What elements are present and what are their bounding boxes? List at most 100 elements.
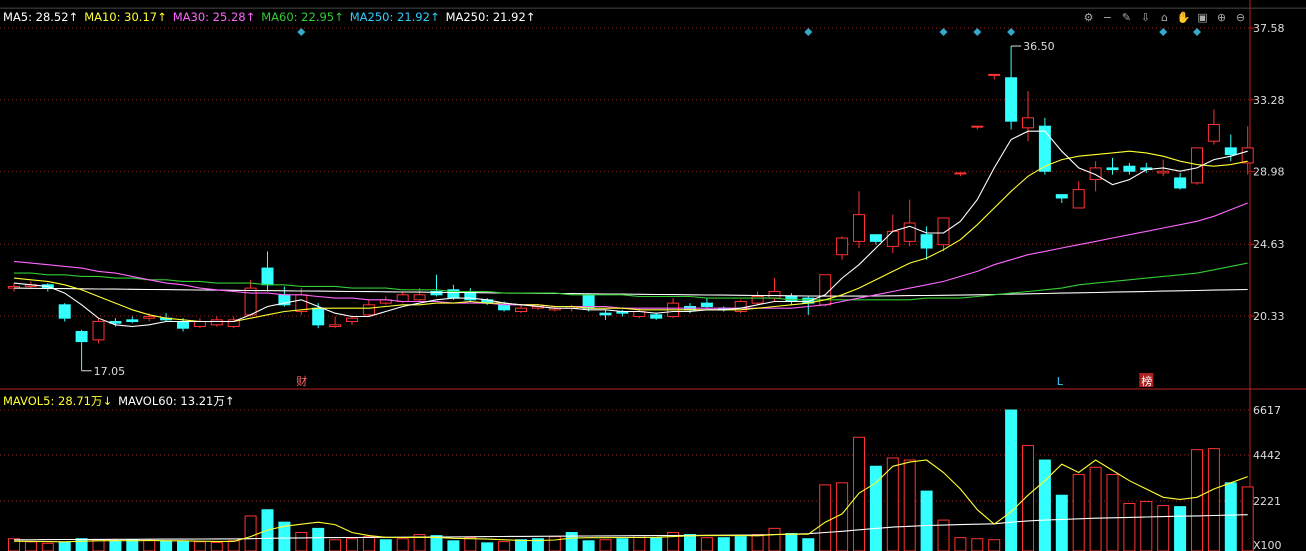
ma30-line bbox=[13, 202, 1248, 309]
candle-body bbox=[886, 230, 899, 247]
volume-bar bbox=[1089, 466, 1102, 551]
candle-body bbox=[1022, 117, 1034, 129]
candle-body bbox=[920, 234, 933, 249]
candle-body bbox=[768, 290, 781, 299]
candle-body bbox=[751, 295, 764, 304]
volume-bar bbox=[464, 537, 477, 551]
volume-bar bbox=[210, 541, 223, 551]
candle-body bbox=[1241, 147, 1254, 164]
volume-bar bbox=[684, 534, 696, 551]
candle-body bbox=[937, 217, 950, 246]
candle-body bbox=[498, 304, 511, 311]
volume-bar bbox=[312, 527, 325, 551]
volume-bar bbox=[379, 539, 392, 551]
price-tick-label: 37.58 bbox=[1253, 22, 1285, 35]
event-diamond-marker bbox=[1193, 28, 1201, 36]
candle-body bbox=[143, 316, 156, 319]
volume-bar bbox=[447, 540, 460, 551]
candle-body bbox=[1207, 124, 1220, 142]
candle-body bbox=[599, 312, 612, 316]
candle-body bbox=[362, 304, 375, 316]
candle-body bbox=[515, 307, 527, 312]
ma5-line bbox=[13, 130, 1248, 328]
volume-bar bbox=[1157, 505, 1170, 551]
volume-bar bbox=[177, 540, 189, 551]
candle-body bbox=[869, 234, 882, 242]
volume-bar bbox=[481, 542, 494, 551]
volume-bar bbox=[700, 537, 713, 551]
volume-bar bbox=[954, 537, 967, 551]
candle-body bbox=[126, 319, 139, 323]
volume-bar bbox=[58, 541, 71, 551]
volume-bar bbox=[1106, 474, 1119, 551]
price-tick-label: 24.63 bbox=[1253, 238, 1285, 251]
volume-bar bbox=[1005, 409, 1018, 551]
volume-bar bbox=[971, 538, 984, 551]
ma250-line bbox=[13, 287, 1248, 297]
candle-body bbox=[988, 73, 1001, 76]
chart-marker-label: L bbox=[1057, 375, 1064, 388]
volume-bar bbox=[227, 540, 240, 551]
volume-bar bbox=[1072, 474, 1085, 551]
candle-body bbox=[1072, 189, 1085, 209]
volume-bar bbox=[126, 539, 139, 551]
chart-marker-label: 财 bbox=[296, 374, 307, 388]
candle-body bbox=[853, 214, 865, 242]
volume-bar bbox=[565, 532, 578, 551]
volume-bar bbox=[582, 540, 595, 551]
volume-bar bbox=[903, 459, 916, 551]
event-diamond-marker bbox=[804, 28, 813, 36]
candle-body bbox=[1157, 170, 1170, 174]
volume-bar bbox=[920, 490, 933, 551]
volume-bar bbox=[599, 539, 612, 551]
candle-body bbox=[1005, 77, 1018, 122]
event-diamond-marker bbox=[939, 28, 948, 36]
volume-bar bbox=[109, 540, 122, 551]
candle-body bbox=[177, 321, 189, 329]
volume-bar bbox=[802, 538, 815, 551]
candle-body bbox=[971, 125, 984, 128]
volume-bar bbox=[346, 538, 358, 551]
volume-bar bbox=[1123, 503, 1136, 551]
price-tick-label: 33.28 bbox=[1253, 94, 1285, 107]
volume-bar bbox=[1140, 500, 1153, 551]
volume-bar bbox=[41, 542, 54, 551]
volume-bar bbox=[24, 541, 37, 551]
event-diamond-marker bbox=[297, 28, 306, 36]
candle-body bbox=[1089, 167, 1102, 181]
volume-bar bbox=[160, 540, 173, 551]
volume-bar bbox=[988, 539, 1001, 551]
volume-bar bbox=[143, 539, 156, 551]
candle-body bbox=[650, 314, 663, 319]
event-diamond-marker bbox=[1007, 28, 1016, 36]
volume-bar bbox=[8, 538, 20, 551]
volume-bar bbox=[1174, 506, 1187, 551]
candle-body bbox=[193, 321, 206, 328]
candle-body bbox=[1055, 194, 1068, 199]
volume-bar bbox=[396, 538, 409, 551]
volume-bar bbox=[853, 436, 865, 551]
volume-bar bbox=[295, 532, 308, 551]
volume-bar bbox=[515, 539, 527, 551]
volume-tick-label: 4442 bbox=[1253, 449, 1281, 462]
candle-body bbox=[261, 267, 274, 286]
high-annotation-label: 36.50 bbox=[1023, 40, 1055, 53]
volume-bar bbox=[1207, 448, 1220, 551]
volume-bar bbox=[244, 515, 257, 551]
candle-body bbox=[1174, 177, 1187, 189]
volume-bar bbox=[616, 538, 629, 551]
volume-bar bbox=[193, 541, 206, 551]
volume-tick-label: 2221 bbox=[1253, 495, 1281, 508]
volume-bar bbox=[1055, 494, 1068, 551]
volume-bar bbox=[1241, 486, 1254, 551]
candle-body bbox=[329, 324, 342, 328]
volume-bar bbox=[819, 484, 832, 551]
candle-body bbox=[836, 237, 849, 256]
volume-bar bbox=[768, 527, 781, 551]
volume-bar bbox=[836, 482, 849, 551]
event-diamond-marker bbox=[973, 28, 982, 36]
candle-body bbox=[346, 317, 358, 323]
candle-body bbox=[1224, 147, 1237, 156]
low-annotation-label: 17.05 bbox=[94, 365, 126, 378]
volume-bar bbox=[1191, 449, 1203, 551]
